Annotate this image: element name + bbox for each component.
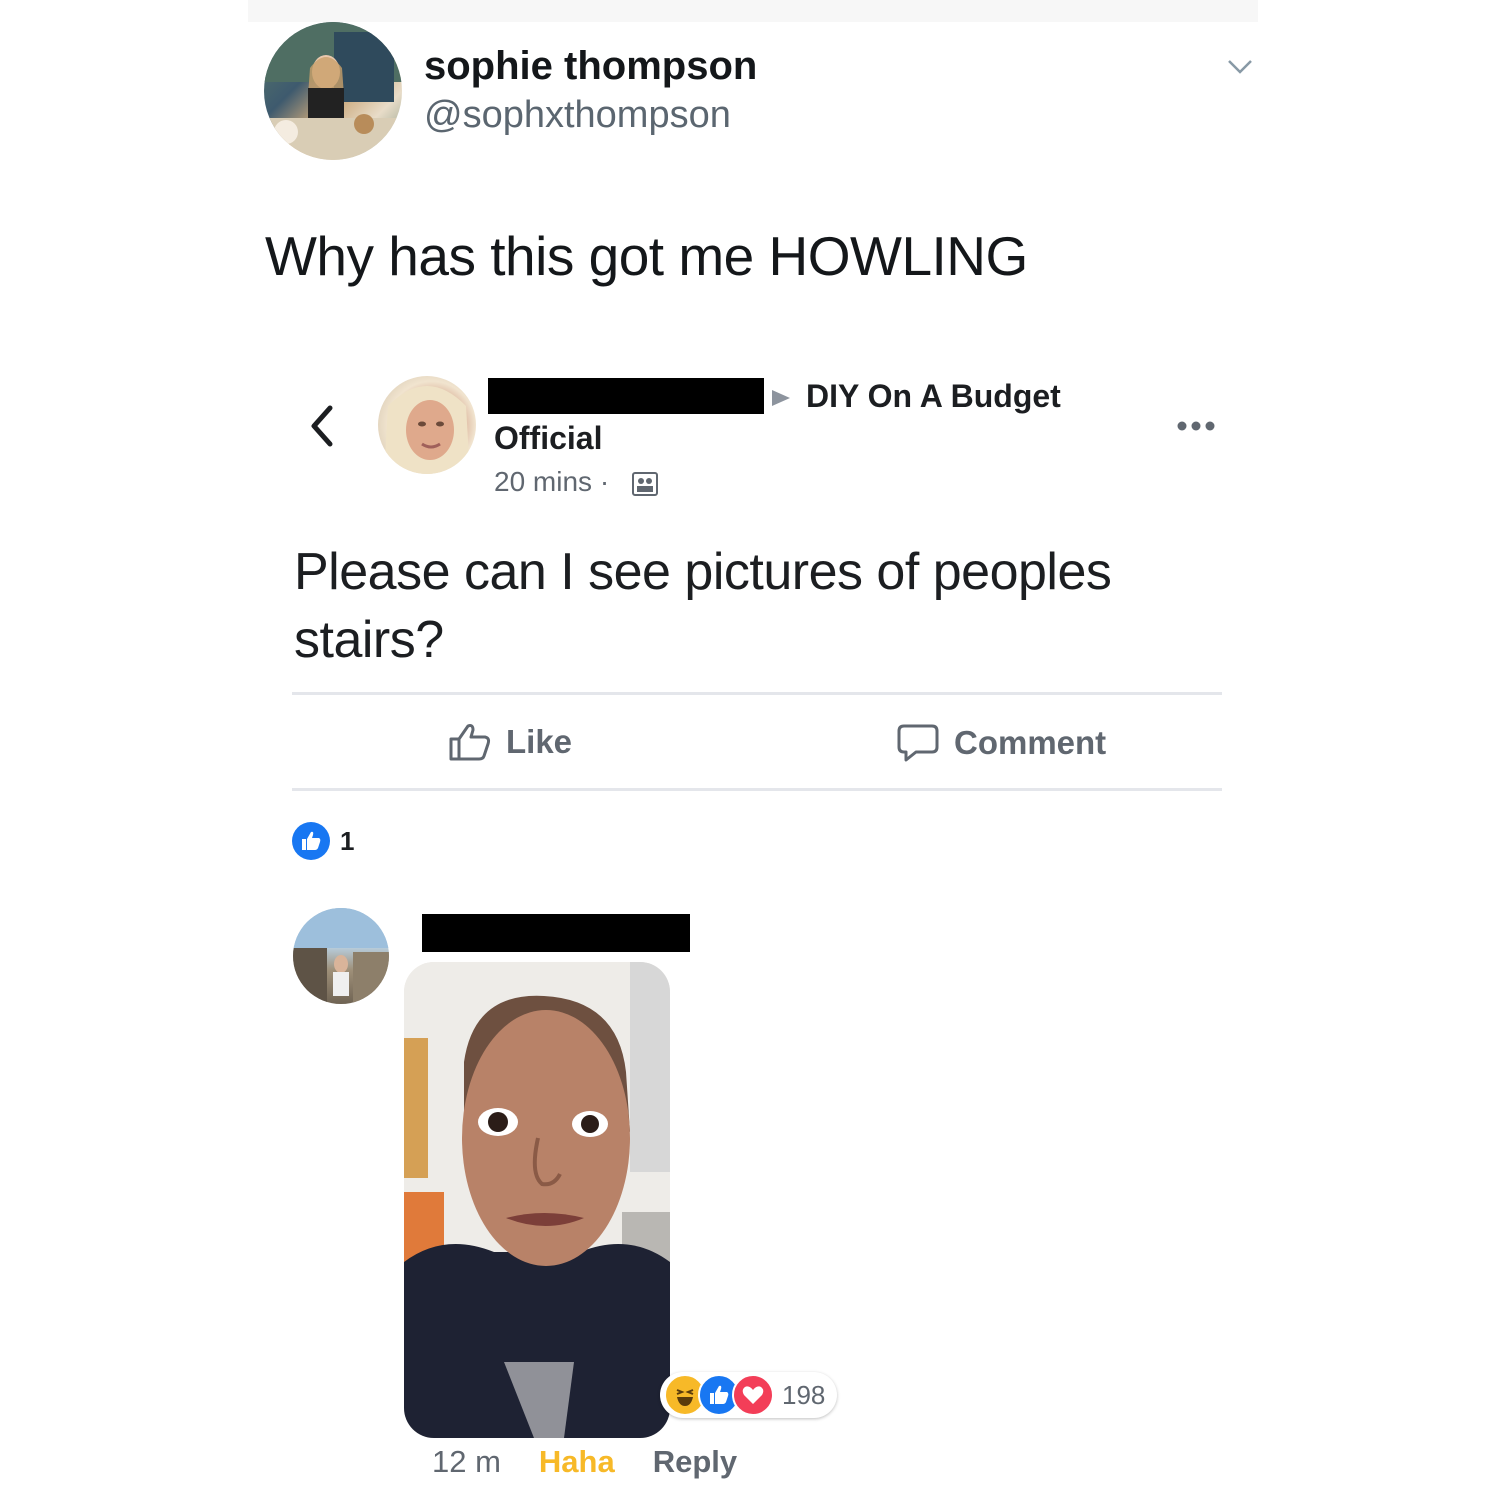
like-button[interactable]: Like	[448, 722, 572, 762]
comment-haha-button[interactable]: Haha	[539, 1444, 615, 1480]
divider	[292, 692, 1222, 695]
avatar-photo	[384, 386, 470, 474]
post-author-suffix[interactable]: Official	[494, 420, 602, 457]
selfie-image	[404, 962, 670, 1438]
chevron-left-icon[interactable]	[306, 402, 336, 450]
comment-meta: 12 m Haha Reply	[432, 1444, 737, 1480]
comment-reply-button[interactable]: Reply	[653, 1444, 737, 1480]
avatar-photo	[264, 22, 402, 160]
post-like-count: 1	[340, 825, 355, 856]
commenter-avatar[interactable]	[293, 908, 389, 1004]
like-label: Like	[506, 723, 573, 760]
group-icon	[632, 472, 658, 496]
comment-label: Comment	[954, 724, 1107, 761]
tweet-text: Why has this got me HOWLING	[265, 225, 1028, 287]
love-reaction-icon	[732, 1374, 774, 1416]
comment-timestamp[interactable]: 12 m	[432, 1444, 501, 1480]
redacted-commenter-name	[422, 914, 690, 952]
comment-reactions[interactable]: 198	[660, 1372, 838, 1418]
thumbs-up-icon	[449, 724, 491, 761]
thumbs-up-icon	[292, 822, 330, 860]
more-dots-icon[interactable]	[1176, 420, 1216, 432]
tweet-handle[interactable]: @sophxthompson	[424, 94, 731, 137]
comment-photo[interactable]	[404, 962, 670, 1438]
post-author-avatar[interactable]	[378, 376, 476, 474]
redacted-author-name	[488, 378, 764, 414]
tweet-avatar[interactable]	[264, 22, 402, 160]
avatar-photo	[293, 908, 389, 1004]
triangle-right-icon	[772, 390, 790, 406]
comment-reaction-count: 198	[782, 1379, 826, 1410]
post-timestamp[interactable]: 20 mins ·	[494, 466, 609, 498]
divider	[292, 788, 1222, 791]
chevron-down-icon[interactable]	[1226, 52, 1254, 80]
top-strip	[248, 0, 1258, 22]
post-reactions[interactable]: 1	[292, 822, 354, 860]
comment-button[interactable]: Comment	[896, 722, 1106, 764]
comment-bubble-icon	[897, 724, 939, 762]
post-group-name[interactable]: DIY On A Budget	[806, 378, 1061, 415]
tweet-display-name[interactable]: sophie thompson	[424, 44, 757, 89]
post-text: Please can I see pictures of peoples sta…	[294, 543, 1112, 669]
